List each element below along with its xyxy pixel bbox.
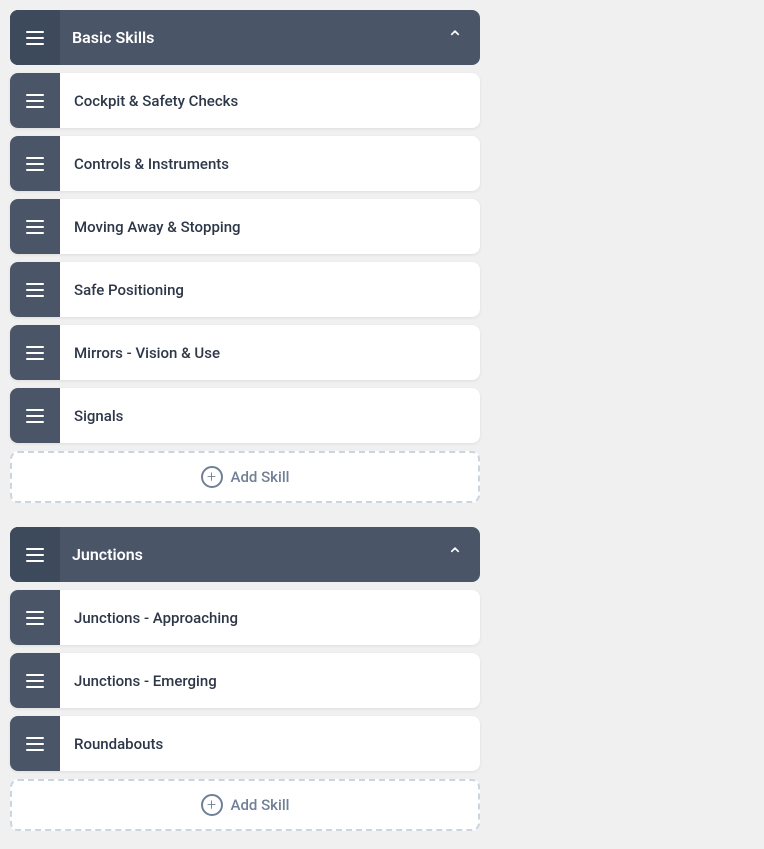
drag-handle-icon: [10, 388, 60, 443]
skill-label: Safe Positioning: [60, 281, 480, 299]
skill-label: Roundabouts: [60, 735, 480, 753]
hamburger-icon: [26, 94, 44, 108]
drag-handle-icon: [10, 527, 60, 582]
hamburger-icon: [26, 409, 44, 423]
skill-item-cockpit-safety[interactable]: Cockpit & Safety Checks: [10, 73, 480, 128]
skill-item-junctions-emerging[interactable]: Junctions - Emerging: [10, 653, 480, 708]
section-title: Junctions: [60, 545, 430, 564]
section-header-basic-skills[interactable]: Basic Skills: [10, 10, 480, 65]
skill-label: Mirrors - Vision & Use: [60, 344, 480, 362]
add-skill-label: Add Skill: [231, 468, 290, 486]
add-skill-button-junctions[interactable]: + Add Skill: [10, 779, 480, 831]
skill-item-junctions-approaching[interactable]: Junctions - Approaching: [10, 590, 480, 645]
skill-label: Junctions - Approaching: [60, 609, 480, 627]
section-gap: [10, 511, 480, 527]
chevron-up-icon[interactable]: [430, 10, 480, 65]
chevron-up-icon[interactable]: [430, 527, 480, 582]
plus-circle-icon: +: [201, 466, 223, 488]
hamburger-icon: [26, 283, 44, 297]
skill-label: Controls & Instruments: [60, 155, 480, 173]
hamburger-icon: [26, 157, 44, 171]
skill-label: Cockpit & Safety Checks: [60, 92, 480, 110]
main-container: Basic Skills Cockpit & Safety Checks Con…: [0, 0, 490, 849]
skill-item-safe-positioning[interactable]: Safe Positioning: [10, 262, 480, 317]
drag-handle-icon: [10, 716, 60, 771]
skill-item-signals[interactable]: Signals: [10, 388, 480, 443]
drag-handle-icon: [10, 590, 60, 645]
skill-item-controls-instruments[interactable]: Controls & Instruments: [10, 136, 480, 191]
drag-handle-icon: [10, 136, 60, 191]
hamburger-icon: [26, 548, 44, 562]
skill-item-roundabouts[interactable]: Roundabouts: [10, 716, 480, 771]
hamburger-icon: [26, 737, 44, 751]
plus-circle-icon: +: [201, 794, 223, 816]
skill-label: Signals: [60, 407, 480, 425]
hamburger-icon: [26, 674, 44, 688]
hamburger-icon: [26, 220, 44, 234]
skill-label: Moving Away & Stopping: [60, 218, 480, 236]
skill-item-moving-away[interactable]: Moving Away & Stopping: [10, 199, 480, 254]
skill-item-mirrors-vision[interactable]: Mirrors - Vision & Use: [10, 325, 480, 380]
drag-handle-icon: [10, 262, 60, 317]
add-skill-button-basic-skills[interactable]: + Add Skill: [10, 451, 480, 503]
section-header-junctions[interactable]: Junctions: [10, 527, 480, 582]
drag-handle-icon: [10, 73, 60, 128]
drag-handle-icon: [10, 199, 60, 254]
drag-handle-icon: [10, 325, 60, 380]
drag-handle-icon: [10, 653, 60, 708]
hamburger-icon: [26, 31, 44, 45]
hamburger-icon: [26, 611, 44, 625]
hamburger-icon: [26, 346, 44, 360]
skill-label: Junctions - Emerging: [60, 672, 480, 690]
section-title: Basic Skills: [60, 28, 430, 47]
add-skill-label: Add Skill: [231, 796, 290, 814]
drag-handle-icon: [10, 10, 60, 65]
